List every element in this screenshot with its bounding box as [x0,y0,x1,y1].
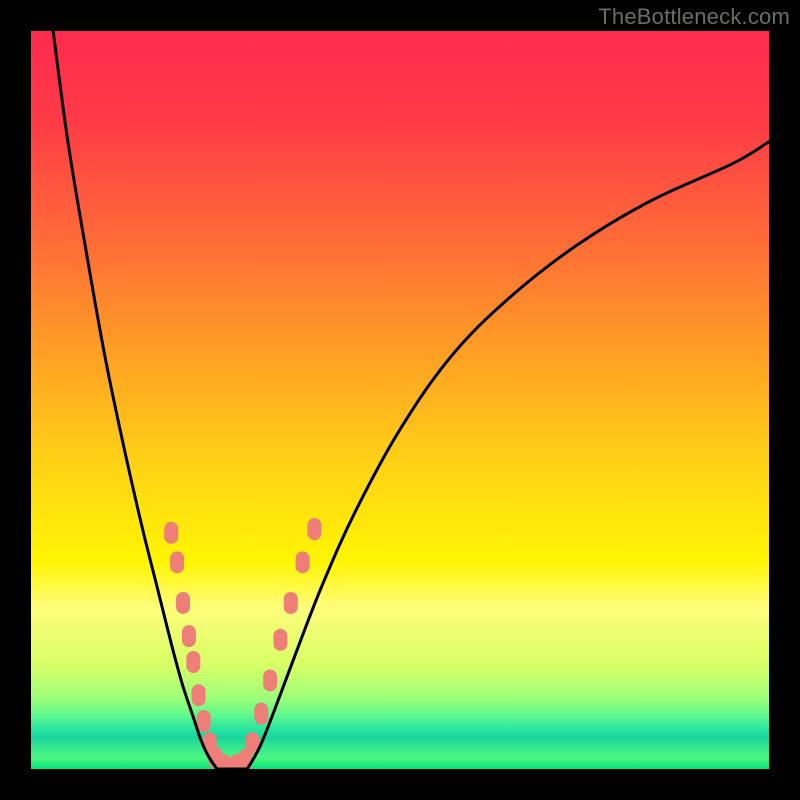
data-marker [170,551,184,573]
data-marker [273,629,287,651]
data-marker [284,592,298,614]
data-marker [192,684,206,706]
data-marker [186,651,200,673]
data-marker [164,522,178,544]
data-marker [254,703,268,725]
data-marker [197,710,211,732]
data-marker [263,669,277,691]
curve-layer [31,31,769,769]
data-marker [296,551,310,573]
plot-area [31,31,769,769]
watermark-text: TheBottleneck.com [598,4,790,30]
data-marker [307,518,321,540]
data-marker [182,625,196,647]
data-marker [176,592,190,614]
bottleneck-curve [53,31,769,769]
marker-group [164,518,321,769]
chart-frame: TheBottleneck.com [0,0,800,800]
